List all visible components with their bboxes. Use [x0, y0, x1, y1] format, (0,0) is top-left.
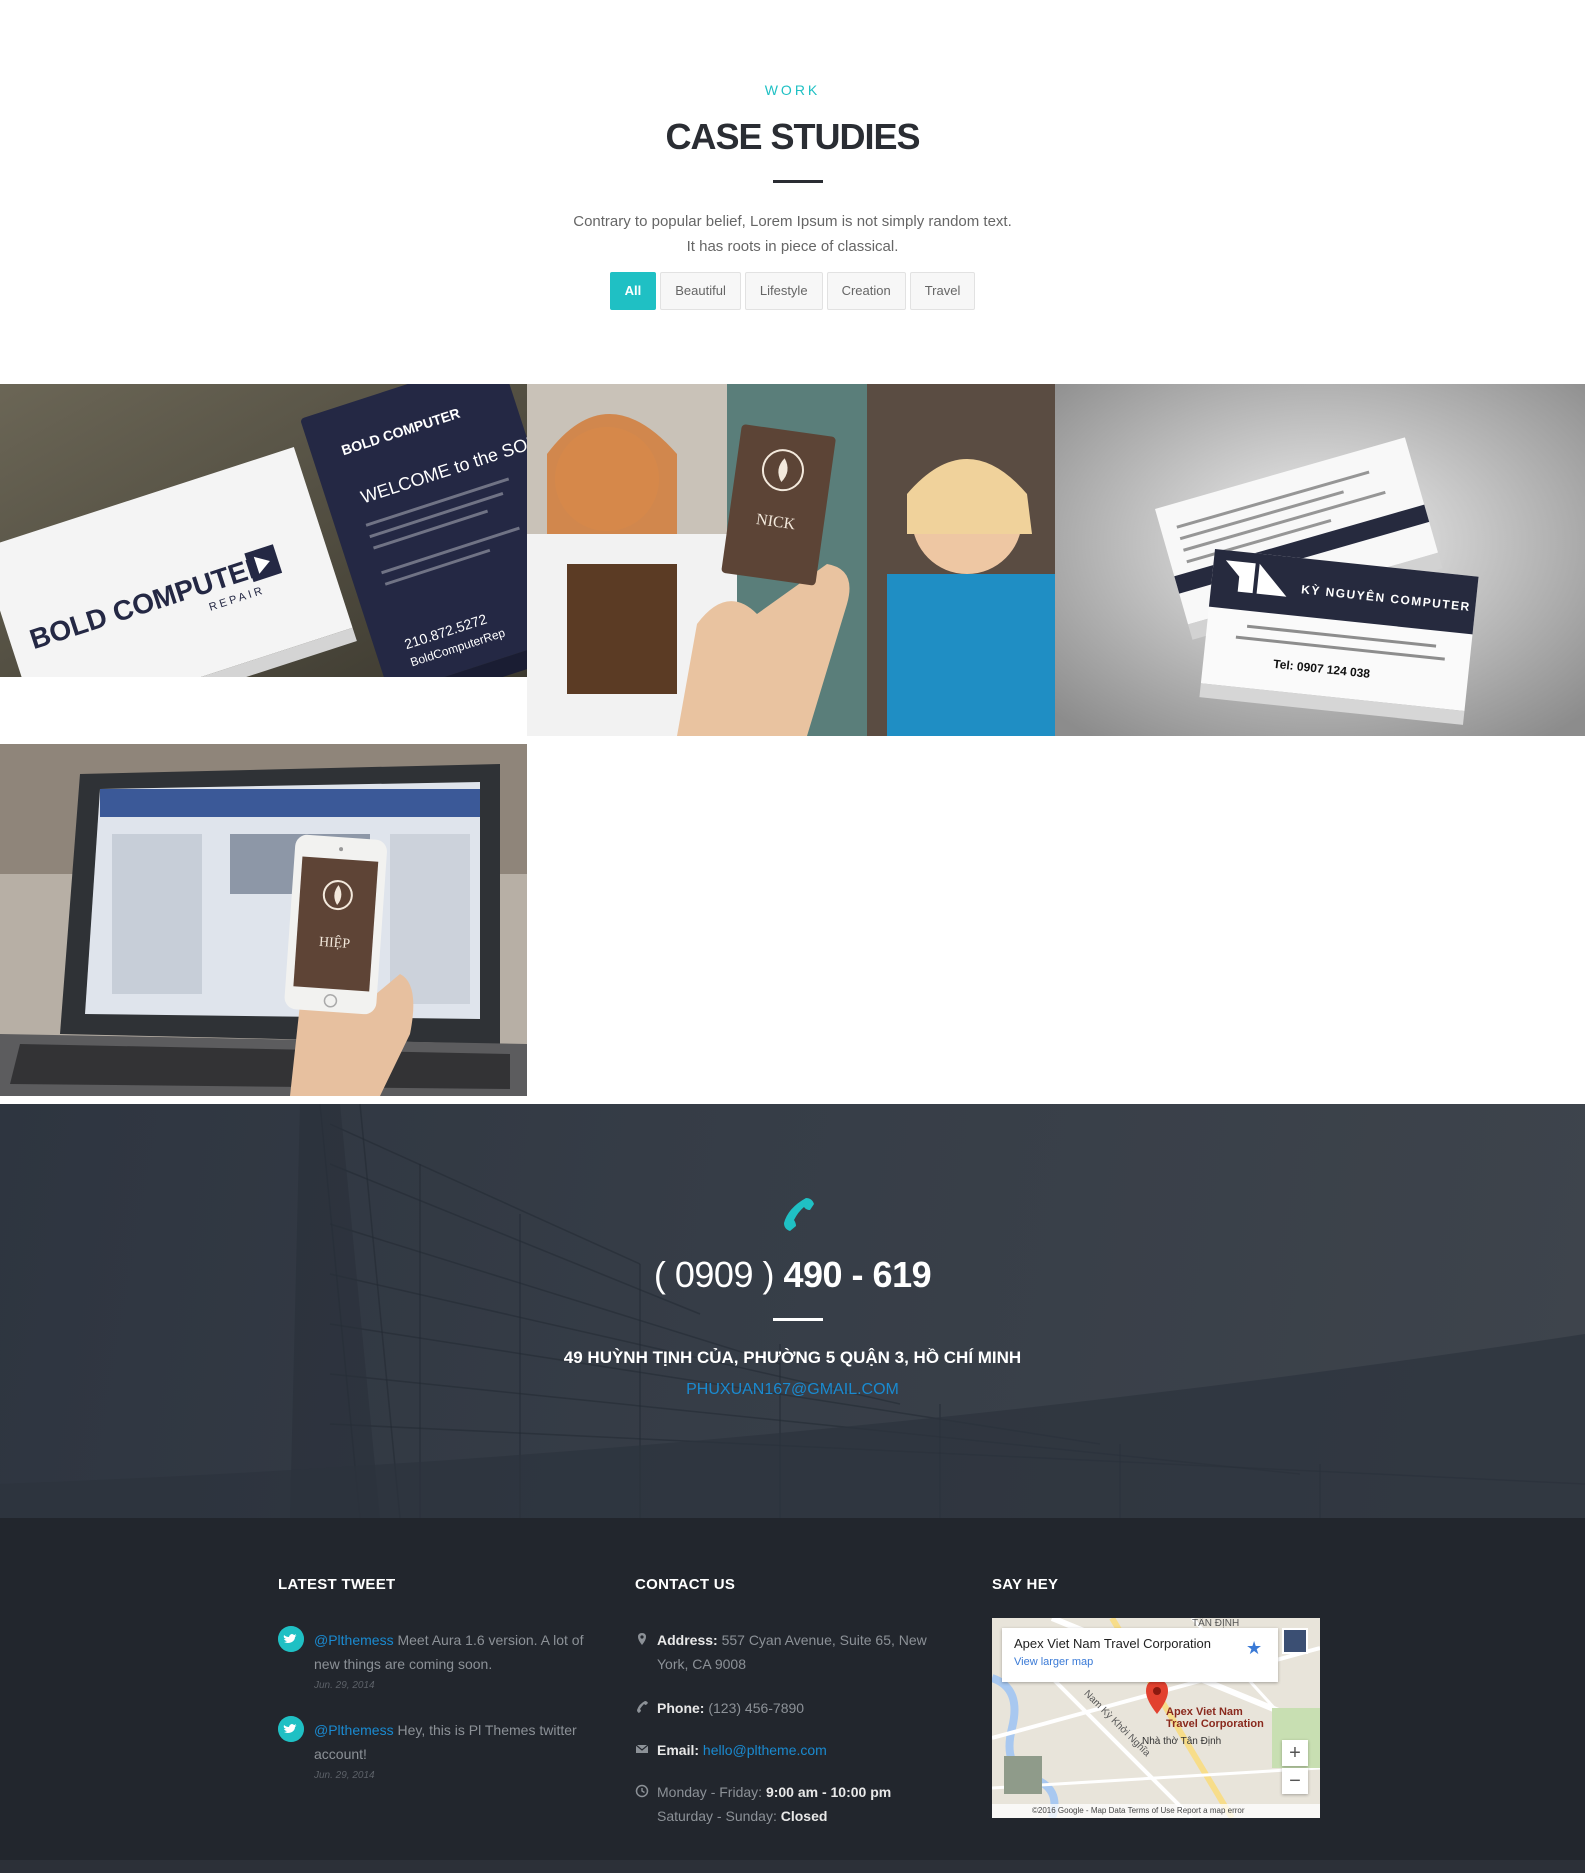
band-divider — [773, 1318, 823, 1321]
business-card-image: BOLD COMPUTER WELCOME to the SOLUTION 21… — [0, 384, 527, 677]
map-place-name: Apex Viet Nam Travel Corporation — [1014, 1636, 1212, 1651]
map-zoom-out-button[interactable]: − — [1282, 1768, 1308, 1794]
portfolio-filter: All Beautiful Lifestyle Creation Travel — [0, 272, 1585, 310]
say-hey-heading: SAY HEY — [992, 1576, 1059, 1593]
portfolio-item-bold-computer[interactable]: BOLD COMPUTER WELCOME to the SOLUTION 21… — [0, 384, 527, 677]
contact-us-heading: CONTACT US — [635, 1576, 736, 1593]
band-email-link[interactable]: PHUXUAN167@GMAIL.COM — [0, 1381, 1585, 1399]
twitter-icon — [278, 1626, 304, 1652]
phone-number: ( 0909 ) 490 - 619 — [0, 1254, 1585, 1296]
map-attribution: ©2016 Google - Map Data Terms of Use Rep… — [992, 1804, 1320, 1818]
tweet-text: @Plthemess Meet Aura 1.6 version. A lot … — [314, 1628, 604, 1676]
lead-line-2: It has roots in piece of classical. — [686, 238, 899, 255]
title-divider — [773, 180, 823, 183]
map-info-card: Apex Viet Nam Travel Corporation View la… — [1002, 1628, 1278, 1682]
filter-creation-button[interactable]: Creation — [826, 272, 906, 310]
map-pin-label-line-2: Travel Corporation — [1166, 1718, 1264, 1730]
section-title: CASE STUDIES — [665, 116, 920, 157]
contact-band: ( 0909 ) 490 - 619 49 HUỲNH TỊNH CỦA, PH… — [0, 1104, 1585, 1518]
phone-mockup-image: HIỆP — [0, 744, 527, 1096]
tweet-date: Jun. 29, 2014 — [314, 1770, 375, 1781]
weekend-hours: Closed — [780, 1808, 828, 1824]
phone-main: 490 - 619 — [783, 1254, 932, 1295]
map-user-avatar[interactable] — [1282, 1628, 1308, 1654]
band-address: 49 HUỲNH TỊNH CỦA, PHƯỜNG 5 QUẬN 3, HỒ C… — [563, 1348, 1022, 1367]
portfolio-item-nick[interactable]: NICK — [527, 384, 1055, 736]
map-marker-icon — [638, 1633, 646, 1645]
latest-tweet-heading: LATEST TWEET — [278, 1576, 396, 1593]
clock-icon — [635, 1784, 649, 1798]
save-star-icon[interactable]: ★ — [1246, 1638, 1262, 1659]
building-background-image — [0, 1104, 1585, 1518]
tweet-date: Jun. 29, 2014 — [314, 1680, 375, 1691]
phone-label: Phone: — [657, 1700, 705, 1716]
weekday-hours-label: Monday - Friday: — [657, 1784, 766, 1800]
tweet-text: @Plthemess Hey, this is Pl Themes twitte… — [314, 1718, 604, 1766]
filter-all-button[interactable]: All — [609, 272, 657, 310]
email-label: Email: — [657, 1742, 700, 1758]
section-lead: Contrary to popular belief, Lorem Ipsum … — [0, 209, 1585, 259]
card-name: HIỆP — [318, 933, 350, 952]
weekend-hours-label: Saturday - Sunday: — [657, 1808, 781, 1824]
envelope-icon — [635, 1744, 649, 1753]
view-larger-map-link[interactable]: View larger map — [1014, 1656, 1093, 1668]
tweet-handle-link[interactable]: @Plthemess — [314, 1722, 394, 1738]
portfolio-item-ky-nguyen[interactable]: KỲ NGUYÊN COMPUTER Tel: 0907 124 038 — [1055, 384, 1585, 736]
map-church-label: Nhà thờ Tân Định — [1142, 1736, 1222, 1747]
phone-area-code: ( 0909 ) — [653, 1254, 775, 1295]
map-zoom-in-button[interactable]: + — [1282, 1740, 1308, 1766]
map-pin-icon[interactable] — [1146, 1680, 1168, 1714]
twitter-icon — [278, 1716, 304, 1742]
phone-icon — [637, 1701, 648, 1713]
filter-beautiful-button[interactable]: Beautiful — [660, 272, 741, 310]
weekday-hours: 9:00 am - 10:00 pm — [765, 1784, 892, 1800]
business-card-image: KỲ NGUYÊN COMPUTER Tel: 0907 124 038 — [1055, 384, 1585, 736]
footer-bottom-bar — [0, 1860, 1585, 1873]
map-pin-label-line-1: Apex Viet Nam — [1166, 1706, 1243, 1718]
business-card-photo: NICK — [527, 384, 1055, 736]
address-label: Address: — [657, 1632, 718, 1648]
map-pin-label: Apex Viet Nam Travel Corporation — [1166, 1706, 1264, 1730]
lead-line-1: Contrary to popular belief, Lorem Ipsum … — [573, 213, 1012, 230]
filter-travel-button[interactable]: Travel — [909, 272, 976, 310]
phone-value: (123) 456-7890 — [704, 1700, 805, 1716]
phone-icon — [784, 1198, 814, 1231]
filter-lifestyle-button[interactable]: Lifestyle — [744, 272, 823, 310]
google-map[interactable]: Apex Viet Nam Travel Corporation Nhà thờ… — [992, 1618, 1320, 1818]
tweet-handle-link[interactable]: @Plthemess — [314, 1632, 394, 1648]
portfolio-item-hiep[interactable]: HIỆP — [0, 744, 527, 1096]
section-eyebrow: WORK — [764, 82, 821, 98]
footer: LATEST TWEET @Plthemess Meet Aura 1.6 ve… — [0, 1518, 1585, 1860]
email-link[interactable]: hello@pltheme.com — [703, 1742, 827, 1758]
